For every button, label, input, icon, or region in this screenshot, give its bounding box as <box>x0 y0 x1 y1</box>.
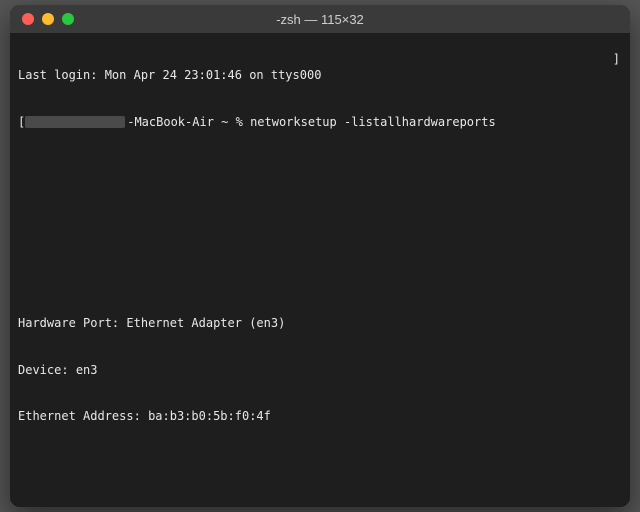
right-bracket: ] <box>613 52 620 68</box>
prompt-line-1: [-MacBook-Air ~ % networksetup -listallh… <box>18 115 622 131</box>
last-login-line: Last login: Mon Apr 24 23:01:46 on ttys0… <box>18 68 622 84</box>
terminal-body[interactable]: Last login: Mon Apr 24 23:01:46 on ttys0… <box>10 33 630 507</box>
traffic-lights <box>10 13 74 25</box>
device-line: Device: en3 <box>18 363 622 379</box>
blank-line <box>18 456 622 472</box>
redacted-user <box>25 116 125 128</box>
prompt-host: -MacBook-Air ~ % <box>127 115 243 129</box>
close-icon[interactable] <box>22 13 34 25</box>
mac-line: Ethernet Address: ba:b3:b0:5b:f0:4f <box>18 409 622 425</box>
blank-line <box>18 177 622 193</box>
hw-port-line: Hardware Port: Ethernet Adapter (en3) <box>18 316 622 332</box>
zoom-icon[interactable] <box>62 13 74 25</box>
window-title: -zsh — 115×32 <box>10 12 630 27</box>
minimize-icon[interactable] <box>42 13 54 25</box>
port-block: Hardware Port: Ethernet Adapter (en3) De… <box>18 285 622 502</box>
terminal-window: -zsh — 115×32 Last login: Mon Apr 24 23:… <box>10 5 630 507</box>
titlebar[interactable]: -zsh — 115×32 <box>10 5 630 33</box>
blank-line <box>18 223 622 239</box>
command-text: networksetup -listallhardwareports <box>250 115 496 129</box>
